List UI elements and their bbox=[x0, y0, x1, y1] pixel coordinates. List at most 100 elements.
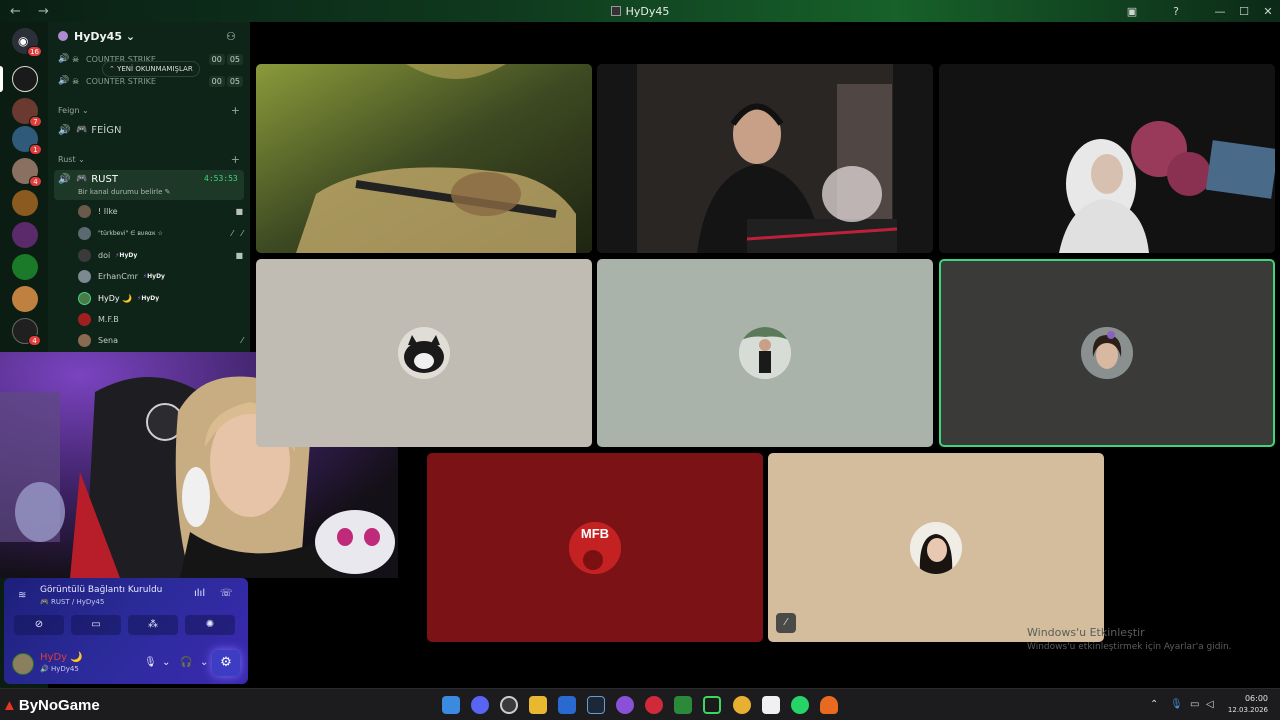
member-turkbevi[interactable]: "türkbevi" ∈ вυяαк ☆ ⁄ ⁄ bbox=[78, 226, 243, 240]
member-erhancmr[interactable]: ErhanCmr ⚡HyDy bbox=[78, 269, 243, 283]
new-unreads-pill[interactable]: ⌃ YENİ OKUNMAMIŞLAR bbox=[102, 61, 200, 77]
microphone-icon[interactable]: 🎙 bbox=[1170, 699, 1183, 710]
taskbar-app-icon-5[interactable] bbox=[703, 696, 721, 714]
member-sena[interactable]: Sena ⁄ bbox=[78, 333, 243, 347]
store-icon[interactable] bbox=[558, 696, 576, 714]
mic-muted-icon: ⁄ bbox=[231, 228, 233, 238]
server-5[interactable] bbox=[12, 190, 38, 216]
member-doi[interactable]: doi ⚡HyDy ■ bbox=[78, 248, 243, 262]
clan-tag: ⚡HyDy bbox=[115, 251, 138, 259]
add-channel-icon[interactable]: + bbox=[231, 153, 240, 166]
avatar bbox=[78, 204, 91, 218]
close-button[interactable]: ✕ bbox=[1256, 5, 1280, 18]
flame-icon: ▲ bbox=[2, 697, 17, 714]
headphones-icon[interactable]: 🎧 bbox=[180, 657, 192, 668]
microphone-icon[interactable]: 🎙 bbox=[144, 657, 157, 668]
tile-white-hoodie[interactable] bbox=[939, 64, 1275, 253]
avatar bbox=[78, 226, 91, 240]
mic-muted-icon: ⁄ bbox=[241, 335, 243, 345]
soundboard-button[interactable]: ✺ bbox=[185, 615, 235, 635]
user-avatar[interactable] bbox=[12, 653, 34, 675]
whatsapp-icon[interactable] bbox=[791, 696, 809, 714]
channel-status-prompt[interactable]: Bir kanal durumu belirle ✎ bbox=[78, 188, 171, 196]
forward-arrow-icon[interactable]: → bbox=[38, 4, 56, 19]
minimize-button[interactable]: — bbox=[1208, 5, 1232, 18]
user-subtitle: 🔊 HyDy45 bbox=[40, 665, 79, 673]
tile-headset-man[interactable] bbox=[597, 64, 933, 253]
capcut-icon[interactable] bbox=[762, 696, 780, 714]
clan-tag: ⚡HyDy bbox=[137, 294, 160, 302]
server-icon bbox=[58, 31, 68, 41]
server-6[interactable] bbox=[12, 222, 38, 248]
category-rust[interactable]: Rust ⌄ + bbox=[58, 153, 240, 166]
home-badge: 16 bbox=[27, 46, 42, 57]
speaker-icon: 🔊 bbox=[40, 665, 51, 673]
chrome-icon[interactable] bbox=[733, 696, 751, 714]
inbox-icon[interactable]: ▣ bbox=[1120, 5, 1144, 18]
member-mfb[interactable]: M.F.B bbox=[78, 312, 243, 326]
file-explorer-icon[interactable] bbox=[529, 696, 547, 714]
title-bar: ← → HyDy45 ▣ ? — ☐ ✕ bbox=[0, 0, 1280, 22]
add-member-icon[interactable]: ⚇ bbox=[226, 30, 236, 43]
camera-off-button[interactable]: ⊘ bbox=[14, 615, 64, 635]
taskbar-discord-icon[interactable] bbox=[471, 696, 489, 714]
volume-icon[interactable]: ◁ bbox=[1206, 699, 1214, 710]
speaker-icon: 🔊 bbox=[58, 76, 70, 86]
chevron-down-icon[interactable]: ⌄ bbox=[200, 657, 208, 668]
server-2[interactable]: 7 bbox=[12, 98, 42, 127]
server-9[interactable]: 4 bbox=[12, 318, 41, 346]
speaker-icon: 🔊 bbox=[58, 173, 71, 185]
signal-icon: ≋ bbox=[18, 590, 27, 601]
server-8[interactable] bbox=[12, 286, 38, 312]
maximize-button[interactable]: ☐ bbox=[1232, 5, 1256, 18]
start-button[interactable] bbox=[442, 696, 460, 714]
taskbar-app-icon-2[interactable] bbox=[616, 696, 634, 714]
disconnect-icon[interactable]: ☏ bbox=[220, 588, 233, 599]
channel-feign[interactable]: 🔊 🎮 FEİGN bbox=[58, 121, 243, 139]
skull-icon: ☠ bbox=[72, 54, 80, 64]
chevron-down-icon[interactable]: ⌄ bbox=[162, 657, 170, 668]
member-ilke[interactable]: ! Ilke ■ bbox=[78, 204, 243, 218]
app-icon bbox=[610, 5, 621, 16]
tile-girl[interactable]: ⁄ bbox=[768, 453, 1104, 642]
member-hydy[interactable]: HyDy 🌙 ⚡HyDy bbox=[78, 291, 243, 305]
clock-time[interactable]: 06:00 bbox=[1240, 694, 1268, 703]
network-icon[interactable]: ▭ bbox=[1190, 699, 1199, 710]
active-server-indicator bbox=[0, 66, 3, 92]
taskbar-app-icon-3[interactable] bbox=[645, 696, 663, 714]
taskbar-app-icon[interactable] bbox=[500, 696, 518, 714]
clock-date[interactable]: 12.03.2026 bbox=[1222, 706, 1268, 714]
tile-cat[interactable] bbox=[256, 259, 592, 447]
server-3[interactable]: 1 bbox=[12, 126, 42, 155]
gear-icon: ⚙ bbox=[220, 655, 232, 670]
home-button[interactable]: ◉ 16 bbox=[12, 28, 42, 57]
noise-suppression-icon[interactable]: ılıl bbox=[194, 588, 205, 599]
back-arrow-icon[interactable]: ← bbox=[10, 4, 28, 19]
add-channel-icon[interactable]: + bbox=[231, 104, 240, 117]
server-name-header[interactable]: HyDy45 ⌄ bbox=[58, 30, 135, 43]
connection-path[interactable]: 🎮 RUST / HyDy45 bbox=[40, 598, 104, 606]
tile-woman-speaking[interactable] bbox=[939, 259, 1275, 447]
discord-logo-icon: ◉ bbox=[18, 34, 29, 48]
avatar bbox=[78, 312, 91, 326]
user-bar: HyDy 🌙 🔊 HyDy45 🎙 ⌄ 🎧 ⌄ ⚙ bbox=[4, 642, 248, 684]
chevron-up-icon[interactable]: ⌃ bbox=[1150, 699, 1158, 710]
help-icon[interactable]: ? bbox=[1164, 5, 1188, 18]
windows-activation-subtitle: Windows'u etkinleştirmek için Ayarlar'a … bbox=[1027, 642, 1232, 652]
tile-mfb[interactable]: MFB bbox=[427, 453, 763, 642]
settings-button[interactable]: ⚙ bbox=[212, 650, 240, 676]
server-4[interactable]: 4 bbox=[12, 158, 42, 187]
taskbar-app-icon-6[interactable] bbox=[820, 696, 838, 714]
server-hydy[interactable] bbox=[12, 66, 38, 92]
taskbar-app-icon-4[interactable] bbox=[674, 696, 692, 714]
avatar bbox=[910, 521, 962, 574]
server-7[interactable] bbox=[12, 254, 38, 280]
screen-share-button[interactable]: ▭ bbox=[71, 615, 121, 635]
steam-icon[interactable] bbox=[587, 696, 605, 714]
tile-suit[interactable] bbox=[597, 259, 933, 447]
category-feign[interactable]: Feign ⌄ + bbox=[58, 104, 240, 117]
tile-guitar[interactable] bbox=[256, 64, 592, 253]
deafened-icon: ⁄ bbox=[241, 228, 243, 238]
taskbar: ▲ ByNoGame ⌃ 🎙 ▭ ◁ 06:00 12.03.2026 bbox=[0, 688, 1280, 720]
activities-button[interactable]: ⁂ bbox=[128, 615, 178, 635]
